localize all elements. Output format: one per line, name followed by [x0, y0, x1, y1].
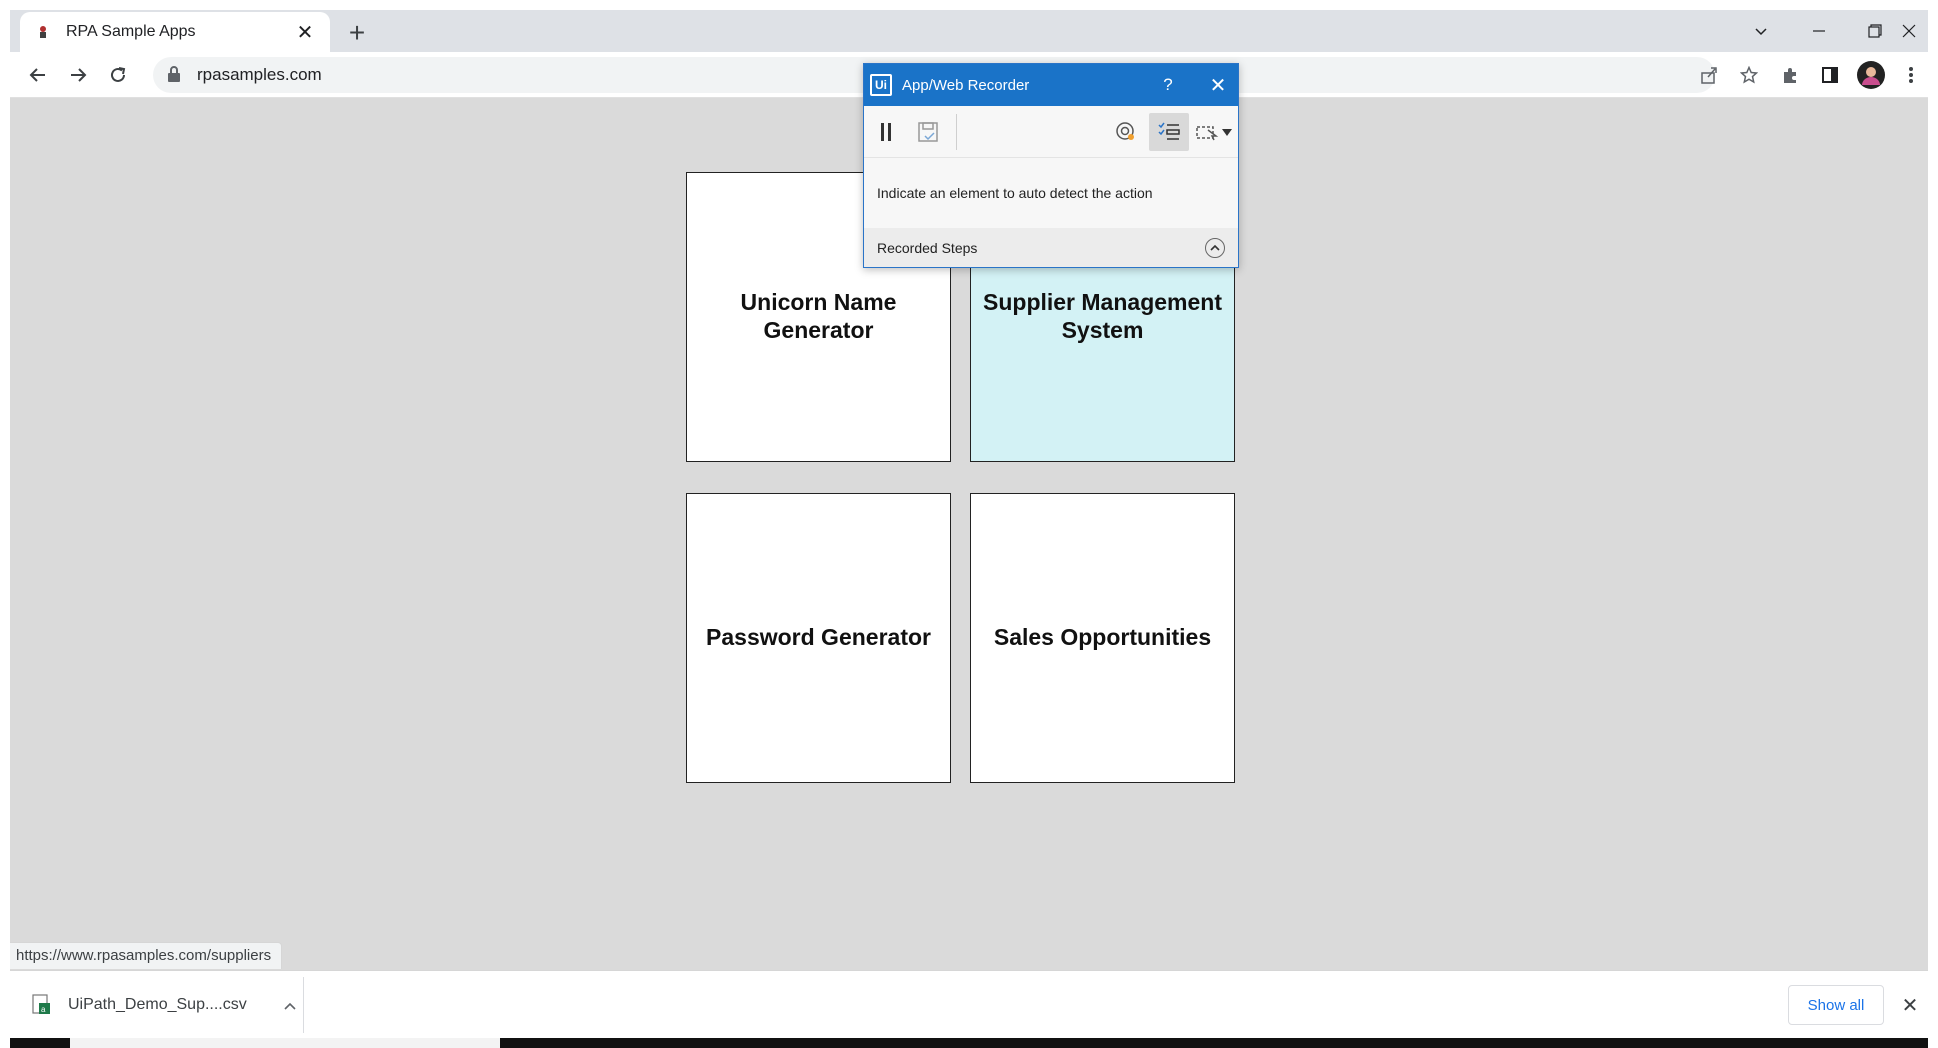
card-label: Supplier Management System — [983, 289, 1222, 343]
menu-kebab-icon[interactable] — [1895, 59, 1927, 91]
tab-title: RPA Sample Apps — [66, 23, 196, 40]
card-label: Password Generator — [706, 624, 931, 651]
recorded-steps-toggle-icon[interactable] — [1149, 113, 1189, 151]
taskbar — [10, 1038, 1928, 1048]
browser-tab[interactable]: RPA Sample Apps ✕ — [20, 12, 330, 52]
tab-search-icon[interactable] — [1732, 10, 1790, 52]
download-bar: a UiPath_Demo_Sup....csv Show all ✕ — [10, 970, 1928, 1038]
recorder-title-bar[interactable]: Ui App/Web Recorder ? ✕ — [864, 64, 1238, 106]
recorder-title: App/Web Recorder — [902, 76, 1030, 94]
forward-icon[interactable] — [62, 59, 94, 91]
recorder-window: Ui App/Web Recorder ? ✕ Indicate an elem… — [863, 63, 1239, 268]
options-dropdown-icon[interactable] — [1194, 116, 1236, 148]
new-tab-button[interactable]: + — [342, 17, 372, 48]
download-item[interactable]: a UiPath_Demo_Sup....csv — [30, 983, 302, 1027]
recorded-steps-header[interactable]: Recorded Steps — [864, 228, 1238, 267]
csv-file-icon: a — [30, 994, 52, 1016]
taskbar-search[interactable] — [70, 1038, 500, 1048]
show-all-button[interactable]: Show all — [1788, 985, 1884, 1025]
pause-icon[interactable] — [870, 116, 902, 148]
site-favicon-icon — [34, 23, 52, 41]
tab-close-icon[interactable]: ✕ — [294, 21, 316, 44]
recorded-steps-label: Recorded Steps — [877, 239, 978, 256]
download-bar-close-icon[interactable]: ✕ — [1896, 991, 1924, 1019]
side-panel-icon[interactable] — [1814, 59, 1846, 91]
bookmark-star-icon[interactable] — [1733, 59, 1765, 91]
tab-strip: RPA Sample Apps ✕ + — [10, 10, 1928, 52]
card-password-generator[interactable]: Password Generator — [686, 493, 951, 783]
chevron-up-icon[interactable] — [278, 997, 302, 1013]
share-icon[interactable] — [1693, 59, 1725, 91]
lock-icon[interactable] — [167, 66, 185, 84]
help-button[interactable]: ? — [1154, 75, 1182, 95]
card-label: Unicorn Name Generator — [740, 289, 897, 343]
minimize-button[interactable] — [1790, 10, 1848, 52]
download-file-name: UiPath_Demo_Sup....csv — [68, 996, 247, 1013]
recorder-toolbar — [864, 106, 1238, 158]
reload-icon[interactable] — [102, 59, 134, 91]
close-window-button[interactable] — [1880, 10, 1938, 52]
toolbar-divider — [956, 114, 957, 150]
chevron-up-icon[interactable] — [1205, 237, 1225, 258]
avatar[interactable] — [1855, 59, 1887, 91]
svg-text:a: a — [41, 1005, 46, 1014]
card-label: Sales Opportunities — [993, 624, 1212, 651]
status-bar-url: https://www.rpasamples.com/suppliers — [10, 942, 283, 969]
screen: RPA Sample Apps ✕ + rpasamples.com Unico… — [0, 0, 1938, 1048]
recorder-close-icon[interactable]: ✕ — [1204, 73, 1232, 98]
card-sales-opportunities[interactable]: Sales Opportunities — [970, 493, 1235, 783]
extensions-icon[interactable] — [1774, 59, 1806, 91]
target-anchor-icon[interactable] — [1110, 116, 1142, 148]
address-url: rpasamples.com — [197, 65, 322, 84]
uipath-logo-icon: Ui — [870, 74, 892, 96]
save-icon[interactable] — [912, 116, 944, 148]
back-icon[interactable] — [22, 59, 54, 91]
recorder-hint: Indicate an element to auto detect the a… — [877, 185, 1153, 201]
download-divider — [303, 977, 304, 1033]
